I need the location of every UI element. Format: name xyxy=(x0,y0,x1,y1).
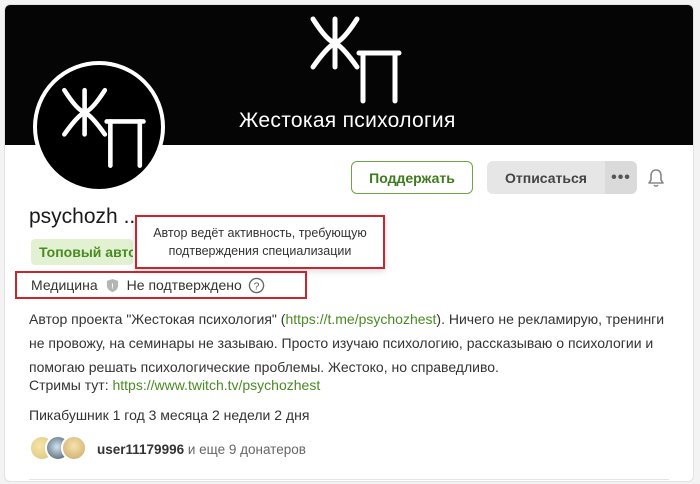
shield-icon: ! xyxy=(106,278,118,292)
support-button[interactable]: Поддержать xyxy=(351,161,473,194)
description-text-before: Автор проекта "Жестокая психология" ( xyxy=(29,311,286,327)
help-icon[interactable]: ? xyxy=(248,277,265,294)
specialization-name: Медицина xyxy=(31,277,98,293)
username-text: psychozh xyxy=(29,205,118,228)
specialization-tooltip: Автор ведёт активность, требующую подтве… xyxy=(135,215,385,269)
avatar[interactable] xyxy=(33,61,165,193)
streams-line: Стримы тут: https://www.twitch.tv/psycho… xyxy=(29,377,320,393)
donor-avatars xyxy=(29,435,91,463)
specialization-status: Не подтверждено xyxy=(126,277,242,293)
twitch-link[interactable]: https://www.twitch.tv/psychozhest xyxy=(112,377,320,393)
donors-row[interactable]: user11179996 и еще 9 донатеров xyxy=(29,435,306,463)
avatar-logo xyxy=(62,87,146,168)
donors-text: user11179996 и еще 9 донатеров xyxy=(97,442,306,457)
tooltip-line-1: Автор ведёт активность, требующую xyxy=(153,226,367,240)
cover-logo xyxy=(310,16,402,104)
top-author-badge[interactable]: Топовый авто xyxy=(31,239,133,265)
unsubscribe-button[interactable]: Отписаться xyxy=(487,161,605,194)
top-donor-name[interactable]: user11179996 xyxy=(97,442,184,457)
svg-text:!: ! xyxy=(111,281,113,290)
more-options-button[interactable]: ••• xyxy=(605,161,637,194)
specialization-row: Медицина ! Не подтверждено ? xyxy=(15,271,307,299)
username: psychozh ... xyxy=(29,205,141,229)
svg-text:?: ? xyxy=(253,281,259,292)
telegram-link[interactable]: https://t.me/psychozhest xyxy=(285,311,436,327)
member-since: Пикабушник 1 год 3 месяца 2 недели 2 дня xyxy=(29,407,310,423)
tooltip-line-2: подтверждения специализации xyxy=(168,244,352,258)
donors-rest: и еще 9 донатеров xyxy=(187,441,306,457)
cover-title: Жестокая психология xyxy=(239,109,456,132)
bell-icon[interactable] xyxy=(647,168,665,188)
divider xyxy=(29,479,669,480)
streams-label: Стримы тут: xyxy=(29,377,113,393)
profile-description: Автор проекта "Жестокая психология" (htt… xyxy=(29,307,679,379)
donor-avatar xyxy=(61,435,87,461)
profile-card: Жестокая психология Поддержать Отписатьс… xyxy=(4,4,694,482)
